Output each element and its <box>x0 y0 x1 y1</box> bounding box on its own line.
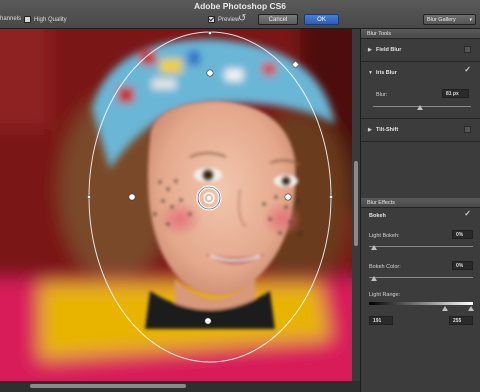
light-bokeh-slider-thumb[interactable] <box>371 245 377 250</box>
preview-option[interactable]: Preview <box>208 16 239 23</box>
light-range-high-thumb[interactable] <box>468 306 474 311</box>
chevron-down-icon: ▾ <box>469 17 472 23</box>
app-title: Adobe Photoshop CS6 <box>193 1 287 11</box>
iris-blur-label: Iris Blur <box>376 70 397 76</box>
channels-option: hannels <box>0 16 21 22</box>
photo-preview <box>0 29 360 381</box>
blur-tools-header[interactable]: Blur Tools <box>361 29 480 39</box>
iris-blur-checkbox[interactable]: ✓ <box>464 65 471 74</box>
light-range-gradient <box>369 302 473 305</box>
iris-blur-section[interactable]: ▼ Iris Blur ✓ Blur: 81 px <box>361 62 480 119</box>
light-bokeh-slider[interactable] <box>369 246 473 247</box>
high-quality-checkbox[interactable] <box>24 16 31 23</box>
feather-handle-bottom[interactable] <box>204 317 212 325</box>
preview-checkbox[interactable] <box>208 16 215 23</box>
chevron-down-icon[interactable]: ▼ <box>368 70 373 76</box>
feather-handle-left[interactable] <box>128 193 136 201</box>
ellipse-handle-top[interactable] <box>208 31 212 35</box>
tilt-shift-section[interactable]: ▶ Tilt-Shift <box>361 119 480 142</box>
field-blur-label: Field Blur <box>376 47 402 53</box>
light-range-low-field[interactable]: 191 <box>369 316 393 325</box>
bokeh-color-field[interactable]: 0% <box>452 261 473 270</box>
light-range-label: Light Range: <box>369 292 401 298</box>
bokeh-color-slider-thumb[interactable] <box>371 276 377 281</box>
light-range-low-thumb[interactable] <box>442 306 448 311</box>
preview-label: Preview <box>218 16 240 23</box>
blur-amount-field[interactable]: 81 px <box>442 89 469 98</box>
light-bokeh-field[interactable]: 0% <box>452 230 473 239</box>
field-blur-section[interactable]: ▶ Field Blur <box>361 39 480 62</box>
high-quality-option[interactable]: High Quality <box>24 16 67 23</box>
ok-button[interactable]: OK <box>304 14 339 25</box>
ellipse-handle-left[interactable] <box>87 195 91 199</box>
light-bokeh-label: Light Bokeh: <box>369 233 400 239</box>
bokeh-checkbox[interactable]: ✓ <box>464 209 471 218</box>
bokeh-section: Bokeh ✓ Light Bokeh: 0% Bokeh Color: 0% … <box>361 208 480 340</box>
ellipse-handle-right[interactable] <box>329 195 333 199</box>
feather-handle-right[interactable] <box>284 193 292 201</box>
bokeh-color-slider[interactable] <box>369 277 473 278</box>
tilt-shift-checkbox[interactable] <box>464 126 471 133</box>
options-bar: Adobe Photoshop CS6 hannels High Quality… <box>0 0 480 29</box>
field-blur-checkbox[interactable] <box>464 46 471 53</box>
vertical-scrollbar[interactable] <box>352 29 360 381</box>
blur-gallery-dropdown[interactable]: Blur Gallery ▾ <box>423 14 476 25</box>
light-range-high-field[interactable]: 255 <box>449 316 473 325</box>
channels-label: hannels <box>0 16 22 22</box>
high-quality-label: High Quality <box>34 16 67 23</box>
vertical-scroll-thumb[interactable] <box>354 161 358 246</box>
tilt-shift-label: Tilt-Shift <box>376 127 399 133</box>
bokeh-label: Bokeh <box>369 213 386 219</box>
panel-spacer <box>361 142 480 198</box>
blur-gallery-label: Blur Gallery <box>427 17 456 23</box>
blur-amount-slider-thumb[interactable] <box>417 105 423 110</box>
bokeh-color-label: Bokeh Color: <box>369 264 401 270</box>
chevron-right-icon[interactable]: ▶ <box>368 127 372 133</box>
horizontal-scrollbar[interactable] <box>0 381 360 392</box>
image-canvas[interactable] <box>0 29 360 381</box>
horizontal-scroll-thumb[interactable] <box>30 384 186 388</box>
chevron-right-icon[interactable]: ▶ <box>368 47 372 53</box>
blur-effects-header[interactable]: Blur Effects <box>361 198 480 208</box>
feather-handle-top[interactable] <box>206 69 214 77</box>
blur-panel: Blur Tools ▶ Field Blur ▼ Iris Blur ✓ Bl… <box>360 29 480 392</box>
blur-amount-label: Blur: <box>376 92 388 98</box>
cancel-button[interactable]: Cancel <box>258 14 298 25</box>
undo-icon[interactable]: ↺ <box>238 13 249 24</box>
